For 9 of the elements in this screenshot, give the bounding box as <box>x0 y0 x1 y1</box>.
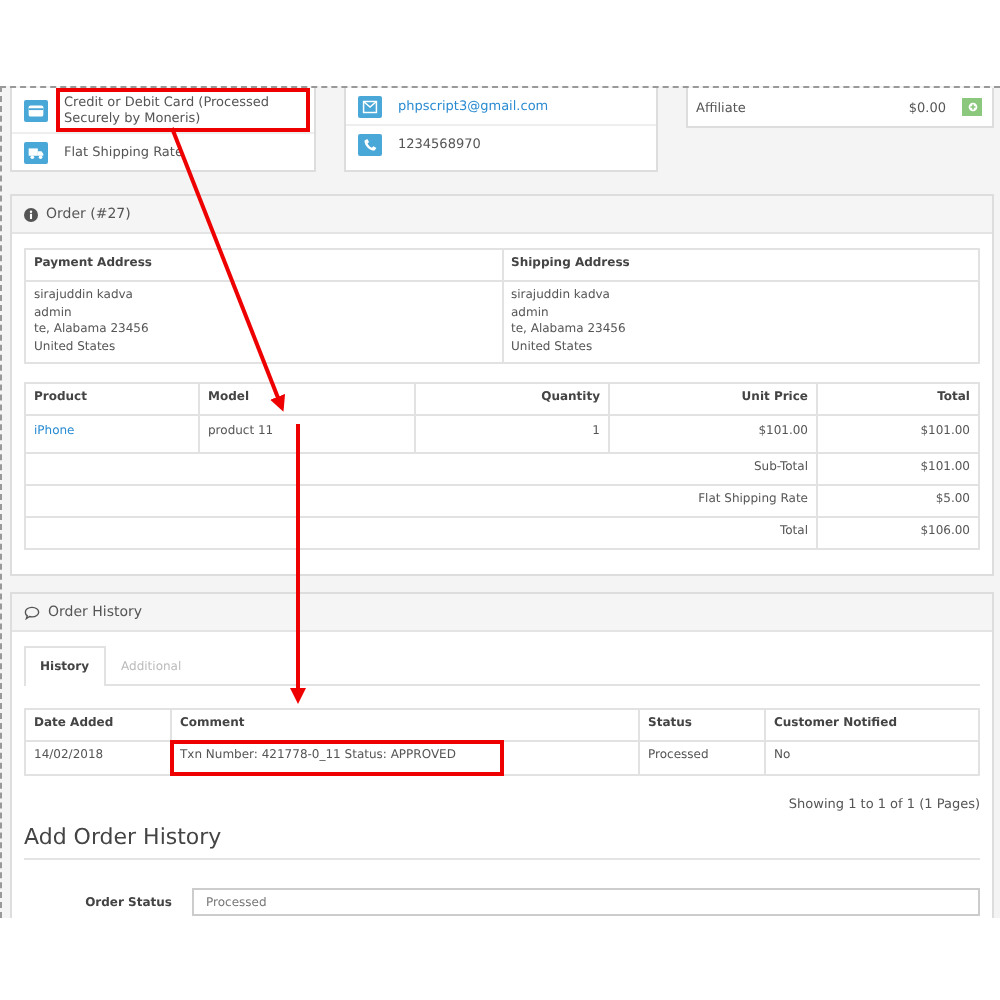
section-title: Add Order History <box>24 824 980 860</box>
envelope-icon <box>358 95 382 117</box>
add-button[interactable] <box>962 98 982 116</box>
plus-icon <box>967 102 977 112</box>
truck-icon <box>24 141 48 163</box>
info-icon <box>24 207 38 221</box>
credit-card-icon <box>24 99 48 121</box>
phone-icon <box>358 133 382 155</box>
comment-icon <box>24 605 40 619</box>
